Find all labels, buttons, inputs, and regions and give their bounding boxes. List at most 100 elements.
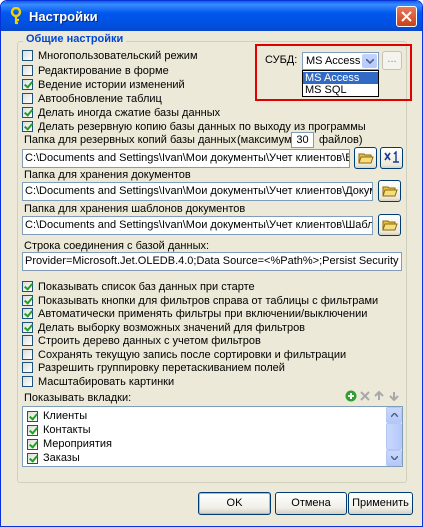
option-label: Масштабировать картинки [38,375,175,388]
option-label: Показывать список баз данных при старте [38,280,255,293]
folder-open-icon [381,186,398,197]
plus-icon [345,390,357,402]
remove-tab-button[interactable] [358,389,372,403]
option-auto-apply-filters[interactable]: Автоматически применять фильтры при вклю… [22,307,367,320]
settings-window: Настройки Общие настройки Многопользоват… [0,0,423,527]
chevron-down-icon[interactable] [362,54,377,68]
list-item[interactable]: Контакты [27,423,91,437]
browse-docs-button[interactable] [378,180,401,202]
list-item-label: Заказы [43,452,80,464]
scroll-up-button[interactable] [386,407,402,423]
vertical-scrollbar[interactable] [386,407,402,466]
list-item-label: Клиенты [43,410,88,422]
checkbox[interactable] [22,308,33,319]
backup-max-prefix: (максимум [237,134,292,146]
option-label: Сохранять текущую запись после сортировк… [38,348,347,361]
tabs-label: Показывать вкладки: [24,392,132,404]
checkbox[interactable] [27,424,38,436]
window-title: Настройки [29,9,98,24]
cancel-button[interactable]: Отмена [275,492,347,515]
arrow-up-icon [374,391,384,400]
checkbox[interactable] [22,281,33,292]
option-history[interactable]: Ведение истории изменений [22,78,185,91]
ok-button[interactable]: OK [198,492,271,515]
option-backup-on-exit[interactable]: Делать резервную копию базы данных по вы… [22,120,366,133]
checkbox[interactable] [22,121,33,132]
checkbox[interactable] [22,362,33,373]
docs-path-input[interactable]: C:\Documents and Settings\Ivan\Мои докум… [22,182,373,201]
option-label: Автообновление таблиц [38,92,162,105]
checkbox[interactable] [22,349,33,360]
option-multiuser[interactable]: Многопользовательский режим [22,49,198,62]
connection-label: Строка соединения с базой данных: [24,240,210,252]
option-show-db-list[interactable]: Показывать список баз данных при старте [22,280,255,293]
option-drag-grouping[interactable]: Разрешить группировку перетаскиванием по… [22,361,285,374]
connection-string-input[interactable]: Provider=Microsoft.Jet.OLEDB.4.0;Data So… [22,252,402,271]
list-item[interactable]: Мероприятия [27,437,112,451]
browse-templates-button[interactable] [378,214,401,236]
option-filter-values[interactable]: Делать выборку возможных значений для фи… [22,321,305,334]
add-tab-button[interactable] [344,389,358,403]
option-keep-record[interactable]: Сохранять текущую запись после сортировк… [22,348,346,361]
option-autorefresh[interactable]: Автообновление таблиц [22,92,162,105]
option-label: Строить дерево данных с учетом фильтров [38,334,261,347]
checkbox[interactable] [22,295,33,306]
clear-backups-button[interactable] [380,147,403,169]
option-label: Показывать кнопки для фильтров справа от… [38,294,379,307]
option-label: Делать выборку возможных значений для фи… [38,321,306,334]
checkbox[interactable] [22,79,33,90]
scroll-down-button[interactable] [386,450,402,466]
chevron-down-icon [390,456,398,460]
option-filter-buttons[interactable]: Показывать кнопки для фильтров справа от… [22,294,378,307]
checkbox[interactable] [27,410,38,422]
checkbox[interactable] [22,93,33,104]
dbms-label: СУБД: [265,54,298,66]
folder-open-icon [357,153,374,164]
docs-folder-label: Папка для хранения документов [24,169,191,181]
backup-max-input[interactable]: 30 [291,132,314,148]
move-up-button[interactable] [372,389,386,403]
scroll-thumb[interactable] [386,423,402,450]
dbms-more-button[interactable]: ... [382,51,402,70]
title-bar[interactable]: Настройки [1,1,422,31]
browse-backup-button[interactable] [354,147,377,169]
option-label: Делать резервную копию базы данных по вы… [38,120,366,133]
checkbox[interactable] [22,107,33,118]
move-down-button[interactable] [387,389,401,403]
chevron-up-icon [390,413,398,417]
backup-folder-label: Папка для резервных копий базы данных [24,134,237,146]
close-button[interactable] [396,6,417,27]
option-label: Делать иногда сжатие базы данных [38,106,221,119]
close-icon [401,11,412,22]
group-title: Общие настройки [23,33,127,45]
option-tree-filters[interactable]: Строить дерево данных с учетом фильтров [22,334,261,347]
folder-open-icon [381,220,398,231]
dbms-dropdown-list[interactable]: MS Access MS SQL [302,70,379,97]
checkbox[interactable] [27,438,38,450]
checkbox[interactable] [22,335,33,346]
list-item[interactable]: Заказы [27,451,80,465]
list-item-label: Мероприятия [43,438,112,450]
delete-files-icon [383,151,399,163]
option-compress[interactable]: Делать иногда сжатие базы данных [22,106,220,119]
checkbox[interactable] [22,50,33,61]
delete-icon [360,391,370,401]
dbms-option[interactable]: MS SQL [303,84,378,96]
templates-path-input[interactable]: C:\Documents and Settings\Ivan\Мои докум… [22,216,373,235]
backup-path-input[interactable]: C:\Documents and Settings\Ivan\Мои докум… [22,149,350,168]
option-scale-images[interactable]: Масштабировать картинки [22,375,174,388]
dbms-selected-value: MS Access [306,55,361,67]
list-item[interactable]: Клиенты [27,409,87,423]
app-key-icon [8,6,24,25]
checkbox[interactable] [22,65,33,76]
checkbox[interactable] [22,376,33,387]
checkbox[interactable] [22,322,33,333]
dbms-select[interactable]: MS Access [302,52,379,70]
option-label: Редактирование в форме [38,64,169,77]
apply-button[interactable]: Применить [348,492,413,515]
dbms-option[interactable]: MS Access [303,72,378,84]
checkbox[interactable] [27,452,38,464]
list-item-label: Контакты [43,424,91,436]
tabs-checklist[interactable]: Клиенты Контакты Мероприятия Заказы [22,406,403,467]
option-form-edit[interactable]: Редактирование в форме [22,64,169,77]
